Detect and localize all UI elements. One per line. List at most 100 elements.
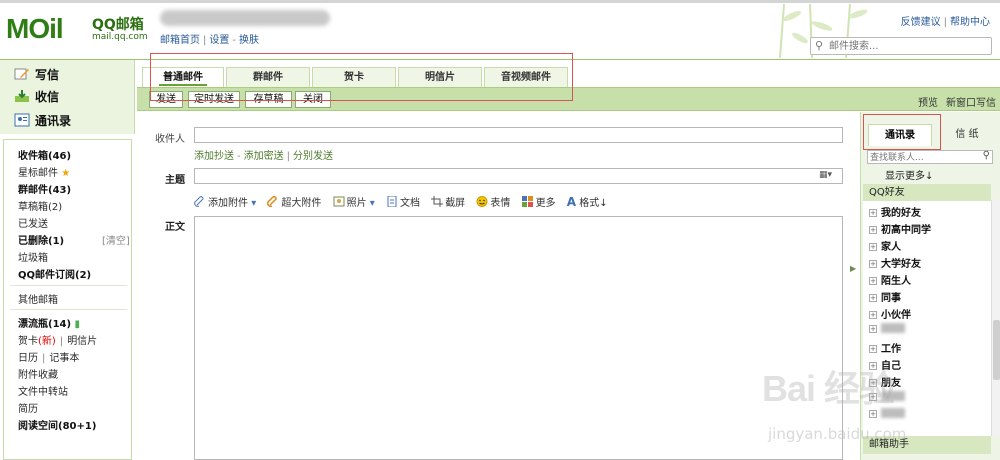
preview-link[interactable]: 预览 bbox=[918, 98, 938, 109]
more-button[interactable]: 更多 bbox=[521, 194, 556, 209]
search-icon[interactable]: ⚲ bbox=[983, 150, 990, 161]
folder-inbox[interactable]: 收件箱(46) bbox=[18, 147, 71, 162]
folder-drafts[interactable]: 草稿箱(2) bbox=[18, 198, 62, 213]
photo-button[interactable]: 照片 ▾ bbox=[333, 194, 375, 209]
contact-group[interactable]: + 初高中同学 bbox=[869, 221, 931, 236]
tab-av-mail[interactable]: 音视频邮件 bbox=[484, 67, 568, 87]
compose-button[interactable]: 写信 bbox=[14, 66, 59, 86]
new-window-link[interactable]: 新窗口写信 bbox=[946, 98, 996, 109]
postcard-link[interactable]: 明信片 bbox=[67, 336, 97, 347]
contact-group[interactable]: + 朋友 bbox=[869, 374, 901, 389]
notes-link[interactable]: 记事本 bbox=[49, 353, 79, 364]
card-postcard-row: 贺卡(新) | 明信片 bbox=[18, 336, 98, 347]
expand-icon: + bbox=[869, 277, 877, 285]
folder-starred[interactable]: 星标邮件 ★ bbox=[18, 164, 70, 179]
contact-group[interactable]: + 大学好友 bbox=[869, 255, 921, 270]
document-icon bbox=[387, 196, 397, 207]
qq-mail-logo[interactable]: MOil bbox=[6, 13, 64, 45]
feedback-link[interactable]: 反馈建议 bbox=[901, 17, 941, 28]
screenshot-icon bbox=[431, 196, 444, 207]
tab-normal-mail[interactable]: 普通邮件 bbox=[142, 67, 224, 88]
mail-search-box[interactable]: ⚲ bbox=[810, 37, 992, 55]
save-draft-button[interactable]: 存草稿 bbox=[245, 91, 292, 108]
emoji-button[interactable]: 表情 bbox=[476, 194, 510, 209]
large-attachment-button[interactable]: 超大附件 bbox=[267, 194, 321, 209]
blurred-name bbox=[881, 408, 905, 418]
contact-scrollbar[interactable] bbox=[991, 200, 1000, 436]
scheduled-send-button[interactable]: 定时发送 bbox=[188, 91, 240, 108]
send-button[interactable]: 发送 bbox=[149, 91, 183, 108]
expand-icon: + bbox=[869, 345, 877, 353]
contact-group-blurred[interactable]: + bbox=[869, 391, 905, 406]
add-cc-link[interactable]: 添加抄送 bbox=[194, 151, 234, 162]
attachments-link[interactable]: 附件收藏 bbox=[18, 366, 58, 381]
large-paperclip-icon bbox=[267, 196, 278, 207]
contact-search-input[interactable] bbox=[870, 152, 978, 163]
contacts-button[interactable]: 通讯录 bbox=[14, 112, 71, 132]
show-more-link[interactable]: 显示更多↓ bbox=[885, 167, 933, 182]
tab-group-mail[interactable]: 群邮件 bbox=[226, 67, 310, 87]
qq-friends-header[interactable]: QQ好友 bbox=[863, 184, 991, 201]
tab-postcard[interactable]: 明信片 bbox=[398, 67, 482, 87]
tab-greeting-card[interactable]: 贺卡 bbox=[312, 67, 396, 87]
expand-icon: + bbox=[869, 294, 877, 302]
mail-search-input[interactable] bbox=[829, 40, 987, 53]
recipient-field[interactable] bbox=[194, 127, 843, 143]
add-attachment-button[interactable]: 添加附件 ▾ bbox=[194, 194, 256, 209]
card-link[interactable]: 贺卡 bbox=[18, 336, 38, 347]
document-button[interactable]: 文档 bbox=[386, 194, 420, 209]
contact-group[interactable]: + 小伙伴 bbox=[869, 306, 911, 321]
close-button[interactable]: 关闭 bbox=[295, 91, 331, 108]
format-bar: 添加附件 ▾ 超大附件 照片 ▾ 文档 截屏 表情 更多 A 格式↓ bbox=[194, 194, 616, 210]
subject-field[interactable]: ▦▾ bbox=[194, 168, 843, 184]
contact-group-blurred[interactable]: + bbox=[869, 323, 905, 338]
folder-qq-subscribe[interactable]: QQ邮件订阅(2) bbox=[18, 266, 91, 281]
file-transfer-link[interactable]: 文件中转站 bbox=[18, 383, 68, 398]
mail-assistant-footer[interactable]: 邮箱助手 bbox=[863, 436, 991, 454]
recipient-label: 收件人 bbox=[155, 134, 185, 145]
search-icon[interactable]: ⚲ bbox=[815, 39, 823, 52]
format-button[interactable]: A 格式↓ bbox=[567, 194, 608, 209]
folder-drift-bottle[interactable]: 漂流瓶(14) ▮ bbox=[18, 315, 80, 330]
resume-link[interactable]: 简历 bbox=[18, 400, 38, 415]
contact-group[interactable]: + 我的好友 bbox=[869, 204, 921, 219]
expand-icon: + bbox=[869, 311, 877, 319]
contact-group[interactable]: + 工作 bbox=[869, 340, 901, 355]
contact-group[interactable]: + 陌生人 bbox=[869, 272, 911, 287]
folder-sent[interactable]: 已发送 bbox=[18, 215, 48, 230]
subject-input[interactable] bbox=[195, 169, 842, 183]
folder-deleted[interactable]: 已删除(1) bbox=[18, 232, 64, 247]
mailbox-home-link[interactable]: 邮箱首页 bbox=[160, 35, 200, 46]
subject-options-icon[interactable]: ▦▾ bbox=[819, 170, 832, 180]
subject-label: 主题 bbox=[165, 175, 185, 186]
contact-search-box[interactable]: ⚲ bbox=[867, 150, 993, 164]
contact-group[interactable]: + 自己 bbox=[869, 357, 901, 372]
pencil-icon bbox=[14, 68, 29, 80]
tab-address-book[interactable]: 通讯录 bbox=[868, 124, 932, 146]
change-skin-link[interactable]: 换肤 bbox=[239, 35, 259, 46]
separate-send-link[interactable]: 分别发送 bbox=[293, 151, 333, 162]
collapse-panel-arrow-icon[interactable]: ▶ bbox=[850, 264, 856, 273]
calendar-link[interactable]: 日历 bbox=[18, 353, 38, 364]
help-center-link[interactable]: 帮助中心 bbox=[950, 17, 990, 28]
contact-group-blurred[interactable]: + bbox=[869, 408, 905, 423]
recipient-input[interactable] bbox=[195, 128, 842, 142]
header: MOil QQ邮箱 mail.qq.com 邮箱首页 | 设置 - 换肤 反馈建议 | 帮助… bbox=[0, 0, 1000, 60]
reading-space-link[interactable]: 阅读空间(80+1) bbox=[18, 417, 96, 432]
clear-deleted-link[interactable]: [清空] bbox=[102, 232, 130, 247]
contact-group[interactable]: + 同事 bbox=[869, 289, 901, 304]
folder-junk[interactable]: 垃圾箱 bbox=[18, 249, 48, 264]
inbox-download-icon bbox=[15, 90, 29, 102]
add-bcc-link[interactable]: 添加密送 bbox=[244, 151, 284, 162]
scroll-thumb[interactable] bbox=[993, 320, 1000, 380]
folder-group-mail[interactable]: 群邮件(43) bbox=[18, 181, 71, 196]
tab-stationery[interactable]: 信 纸 bbox=[941, 124, 993, 146]
body-editor[interactable] bbox=[194, 216, 843, 460]
contact-group[interactable]: + 家人 bbox=[869, 238, 901, 253]
screenshot-button[interactable]: 截屏 bbox=[431, 194, 465, 209]
receive-button[interactable]: 收信 bbox=[14, 88, 59, 108]
logo-title: QQ邮箱 bbox=[92, 17, 144, 33]
new-badge: (新) bbox=[38, 336, 56, 347]
folder-other-mailbox[interactable]: 其他邮箱 bbox=[18, 291, 58, 306]
settings-link[interactable]: 设置 bbox=[209, 35, 229, 46]
